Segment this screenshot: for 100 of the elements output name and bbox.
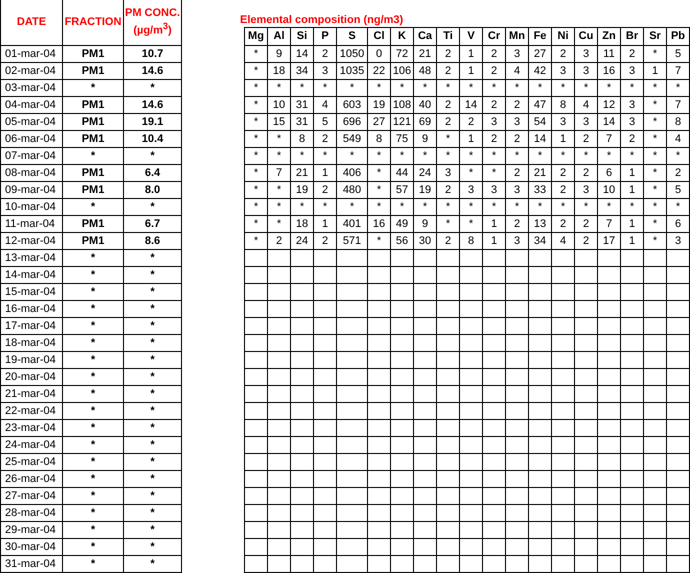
table-cell: *: [460, 216, 482, 232]
table-cell: 16: [598, 62, 620, 80]
table-cell: PM1: [62, 62, 124, 80]
table-cell: *: [244, 216, 268, 232]
table-cell: 34: [290, 62, 314, 80]
table-cell: *: [436, 130, 460, 148]
table-cell: *: [620, 198, 644, 216]
table-cell: *: [644, 114, 666, 130]
table-cell: 7: [598, 130, 620, 148]
table-cell: *: [62, 300, 124, 318]
table-cell: 18: [268, 62, 290, 80]
table-cell: 08-mar-04: [0, 164, 62, 182]
table-cell: 2: [552, 182, 574, 198]
table-cell: 2: [574, 130, 598, 148]
table-cell: 4: [506, 62, 528, 80]
table-cell: *: [244, 96, 268, 114]
table-cell: 480: [336, 182, 368, 198]
table-cell: *: [368, 232, 390, 250]
table-cell: 7: [268, 164, 290, 182]
table-cell: *: [414, 148, 436, 164]
column-header: Br: [620, 28, 644, 46]
table-cell: *: [62, 318, 124, 334]
table-cell: 33: [528, 182, 552, 198]
table-cell: *: [124, 504, 182, 522]
table-cell: *: [62, 266, 124, 284]
table-cell: 7: [666, 62, 690, 80]
table-cell: *: [482, 198, 506, 216]
table-cell: *: [528, 148, 552, 164]
table-cell: *: [124, 538, 182, 556]
table-cell: 121: [390, 114, 414, 130]
table-cell: 406: [336, 164, 368, 182]
table-cell: 0: [368, 46, 390, 62]
table-cell: 1: [460, 46, 482, 62]
table-cell: 2: [620, 46, 644, 62]
table-cell: 1: [620, 232, 644, 250]
table-cell: *: [124, 148, 182, 164]
table-cell: *: [644, 232, 666, 250]
table-cell: *: [124, 436, 182, 454]
table-cell: *: [124, 470, 182, 488]
table-cell: 19: [414, 182, 436, 198]
table-cell: *: [290, 198, 314, 216]
table-cell: *: [124, 522, 182, 538]
table-cell: *: [244, 198, 268, 216]
table-cell: *: [390, 80, 414, 96]
table-cell: *: [290, 148, 314, 164]
table-cell: *: [62, 402, 124, 420]
table-cell: 02-mar-04: [0, 62, 62, 80]
table-cell: 8: [368, 130, 390, 148]
table-cell: *: [244, 182, 268, 198]
table-cell: 14: [460, 96, 482, 114]
table-cell: *: [598, 148, 620, 164]
table-cell: *: [244, 46, 268, 62]
table-cell: *: [124, 420, 182, 436]
table-cell: 3: [482, 114, 506, 130]
column-header: Zn: [598, 28, 620, 46]
table-cell: 3: [620, 96, 644, 114]
table-cell: 106: [390, 62, 414, 80]
table-cell: 8: [666, 114, 690, 130]
table-cell: 2: [268, 232, 290, 250]
table-cell: 603: [336, 96, 368, 114]
column-header: Ca: [414, 28, 436, 46]
table-cell: 31-mar-04: [0, 556, 62, 572]
table-cell: 696: [336, 114, 368, 130]
table-cell: 3: [574, 46, 598, 62]
table-cell: *: [62, 538, 124, 556]
table-cell: 13-mar-04: [0, 250, 62, 266]
table-cell: 571: [336, 232, 368, 250]
table-cell: 1: [620, 182, 644, 198]
table-cell: *: [436, 148, 460, 164]
table-cell: *: [506, 148, 528, 164]
table-cell: 06-mar-04: [0, 130, 62, 148]
table-cell: 30: [414, 232, 436, 250]
table-cell: 4: [666, 130, 690, 148]
table-cell: 15: [268, 114, 290, 130]
table-cell: 21-mar-04: [0, 386, 62, 402]
table-cell: 549: [336, 130, 368, 148]
table-cell: *: [244, 62, 268, 80]
table-cell: *: [644, 96, 666, 114]
table-cell: 5: [314, 114, 336, 130]
table-cell: 12: [598, 96, 620, 114]
table-cell: 1: [314, 164, 336, 182]
table-cell: *: [336, 80, 368, 96]
column-header: PM CONC. (µg/m$^{3}$): [124, 0, 182, 46]
table-cell: 2: [460, 114, 482, 130]
table-cell: 72: [390, 46, 414, 62]
table-cell: *: [290, 80, 314, 96]
table-title: Elemental composition (ng/m3): [240, 13, 404, 27]
table-cell: 10.4: [124, 130, 182, 148]
table-cell: 26-mar-04: [0, 470, 62, 488]
table-cell: 21: [414, 46, 436, 62]
table-cell: *: [528, 198, 552, 216]
table-cell: 40: [414, 96, 436, 114]
table-cell: 8.6: [124, 232, 182, 250]
table-cell: *: [62, 504, 124, 522]
table-cell: *: [124, 300, 182, 318]
table-cell: 03-mar-04: [0, 80, 62, 96]
table-cell: 10.7: [124, 46, 182, 62]
table-cell: *: [368, 198, 390, 216]
table-cell: *: [62, 334, 124, 352]
table-cell: *: [62, 488, 124, 504]
